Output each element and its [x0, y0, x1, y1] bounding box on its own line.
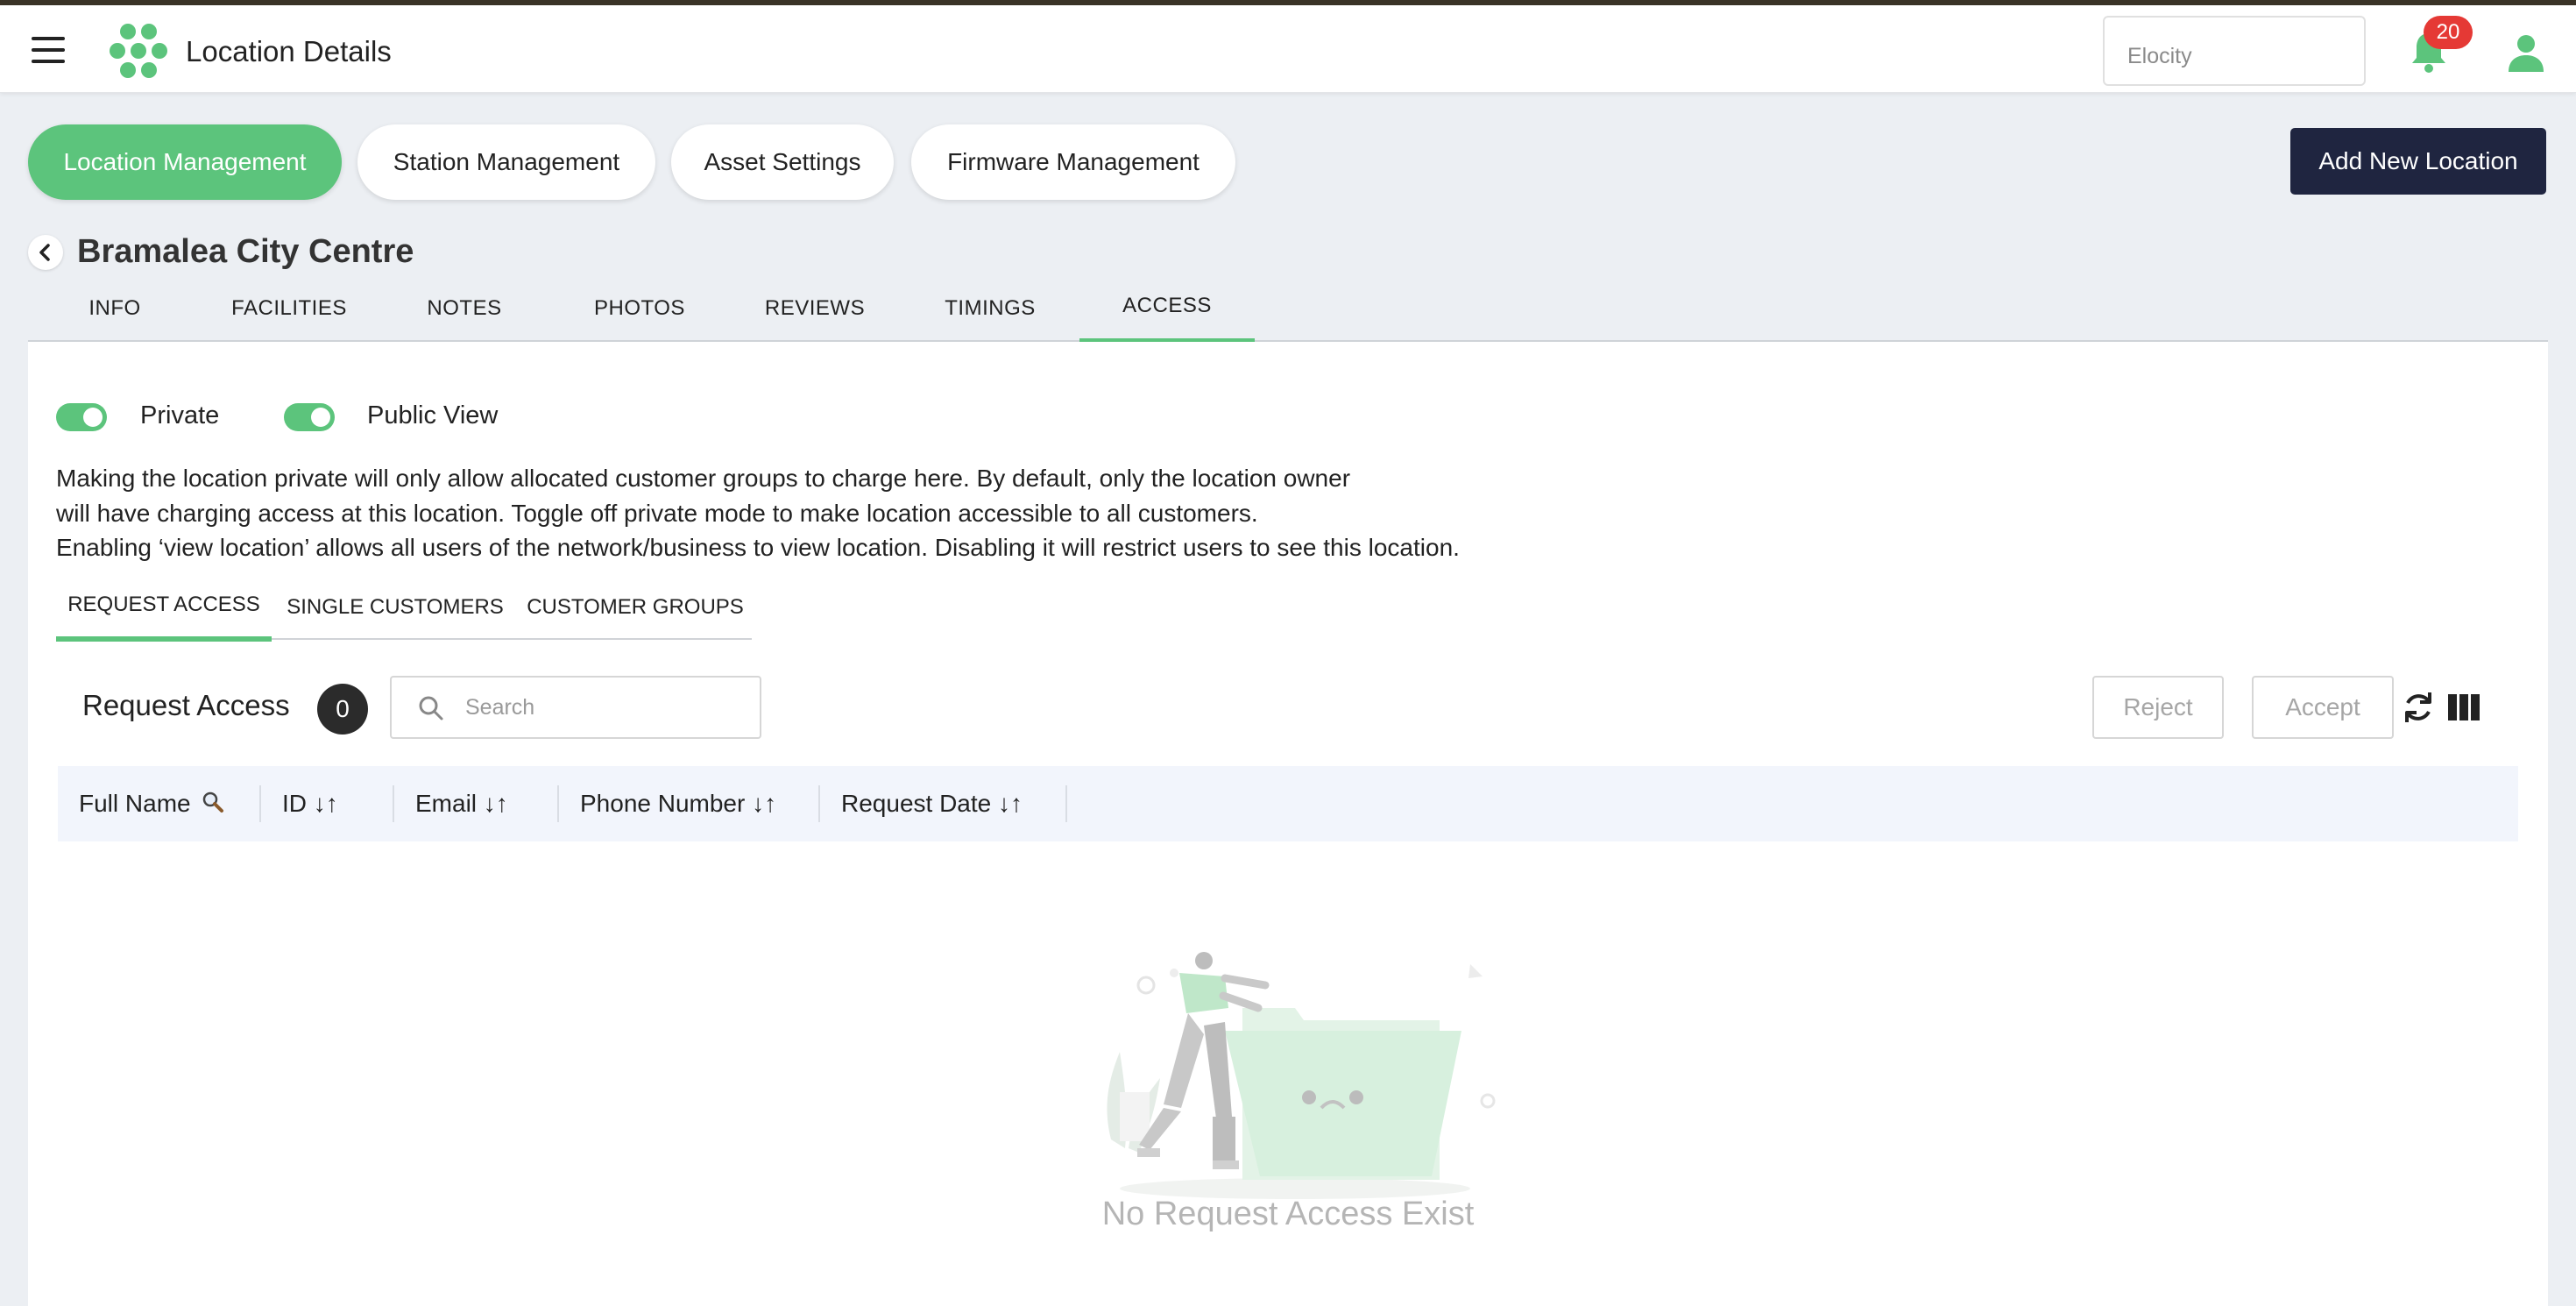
- column-phone-number[interactable]: Phone Number ↓↑: [559, 766, 818, 841]
- tab-access[interactable]: ACCESS: [1079, 279, 1255, 344]
- access-subtabs: REQUEST ACCESS SINGLE CUSTOMERS CUSTOMER…: [56, 578, 752, 642]
- table-header: Full Name ID ↓↑ Email ↓↑ Phone Number ↓↑…: [58, 766, 2518, 841]
- column-request-date[interactable]: Request Date ↓↑: [820, 766, 1065, 841]
- column-full-name-label: Full Name: [79, 790, 191, 817]
- request-count-badge: 0: [317, 684, 368, 735]
- notification-badge: 20: [2424, 16, 2473, 49]
- app-bar: Location Details Elocity 20: [0, 5, 2576, 93]
- empty-state-illustration: [1107, 952, 1496, 1199]
- subtab-single-customers[interactable]: SINGLE CUSTOMERS: [272, 578, 519, 640]
- columns-icon[interactable]: [2448, 694, 2480, 720]
- tab-facilities[interactable]: FACILITIES: [202, 279, 377, 342]
- subtab-request-access[interactable]: REQUEST ACCESS: [56, 578, 272, 642]
- nav-pill-asset-settings[interactable]: Asset Settings: [671, 124, 894, 200]
- description-line-2: will have charging access at this locati…: [56, 500, 1258, 527]
- empty-state-message: No Request Access Exist: [1101, 1196, 1475, 1232]
- location-tabs: INFO FACILITIES NOTES PHOTOS REVIEWS TIM…: [28, 279, 2548, 344]
- tab-photos[interactable]: PHOTOS: [552, 279, 727, 342]
- column-id[interactable]: ID ↓↑: [261, 766, 393, 841]
- user-icon[interactable]: [2506, 33, 2546, 72]
- access-panel: Private Public View Making the location …: [28, 342, 2548, 1306]
- search-icon: [419, 696, 443, 720]
- nav-pill-firmware-management[interactable]: Firmware Management: [911, 124, 1235, 200]
- organization-selector[interactable]: Elocity: [2103, 16, 2366, 86]
- description-line-1: Making the location private will only al…: [56, 465, 1351, 492]
- search-icon[interactable]: [201, 790, 225, 814]
- tab-timings[interactable]: TIMINGS: [902, 279, 1078, 342]
- request-access-title: Request Access: [82, 689, 290, 721]
- nav-pill-location-management[interactable]: Location Management: [28, 124, 342, 200]
- column-full-name[interactable]: Full Name: [58, 766, 259, 841]
- private-label: Private: [140, 401, 220, 429]
- add-new-location-button[interactable]: Add New Location: [2290, 128, 2546, 195]
- tab-info[interactable]: INFO: [28, 279, 202, 342]
- search-placeholder: Search: [465, 695, 535, 720]
- public-view-toggle[interactable]: [284, 403, 335, 431]
- location-name: Bramalea City Centre: [77, 233, 414, 270]
- nav-pill-station-management[interactable]: Station Management: [357, 124, 655, 200]
- column-email[interactable]: Email ↓↑: [394, 766, 557, 841]
- reject-button[interactable]: Reject: [2092, 676, 2224, 739]
- chevron-left-icon: [39, 244, 50, 261]
- app-logo: [110, 24, 167, 78]
- accept-button[interactable]: Accept: [2252, 676, 2394, 739]
- tab-reviews[interactable]: REVIEWS: [727, 279, 902, 342]
- refresh-icon[interactable]: [2401, 689, 2436, 726]
- public-view-label: Public View: [367, 401, 499, 429]
- description-line-3: Enabling ‘view location’ allows all user…: [56, 534, 1460, 561]
- page-title: Location Details: [186, 35, 392, 67]
- back-button[interactable]: [28, 235, 63, 270]
- menu-icon[interactable]: [32, 37, 65, 63]
- tab-notes[interactable]: NOTES: [377, 279, 552, 342]
- search-input[interactable]: Search: [390, 676, 761, 739]
- private-toggle[interactable]: [56, 403, 107, 431]
- column-divider: [1065, 785, 1067, 822]
- subtab-customer-groups[interactable]: CUSTOMER GROUPS: [519, 578, 752, 640]
